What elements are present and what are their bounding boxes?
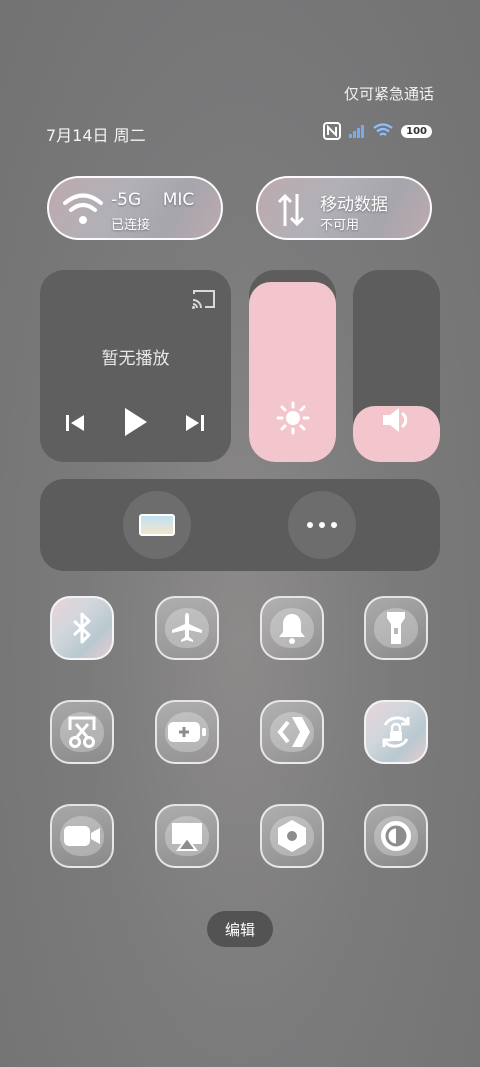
ring-mode-toggle[interactable] bbox=[260, 596, 324, 660]
scissors-icon bbox=[68, 716, 96, 748]
wifi-status: 已连接 bbox=[111, 218, 151, 233]
date-text: 7月14日 周二 bbox=[46, 126, 146, 145]
contrast-icon bbox=[381, 821, 411, 851]
battery-icon: 100 bbox=[401, 124, 432, 138]
screen-card-button[interactable] bbox=[123, 491, 191, 559]
screen-card-icon bbox=[139, 514, 175, 536]
shortcut-bar bbox=[40, 479, 440, 571]
more-shortcuts-button[interactable] bbox=[288, 491, 356, 559]
mobile-data-tile[interactable]: 移动数据 不可用 bbox=[256, 176, 432, 240]
edit-button[interactable]: 编辑 bbox=[207, 911, 273, 947]
signal-icon bbox=[349, 125, 365, 138]
previous-icon[interactable] bbox=[65, 413, 85, 433]
flashlight-toggle[interactable] bbox=[364, 596, 428, 660]
share-arrows-icon bbox=[277, 717, 310, 747]
cast-icon[interactable] bbox=[191, 288, 217, 310]
wifi-tile[interactable]: -5G MIC 已连接 bbox=[47, 176, 223, 240]
rotation-lock-toggle[interactable] bbox=[364, 700, 428, 764]
wifi-icon bbox=[373, 123, 393, 136]
settings-toggle[interactable] bbox=[260, 804, 324, 868]
screenshot-toggle[interactable] bbox=[50, 700, 114, 764]
flashlight-icon bbox=[387, 612, 405, 644]
nfc-icon bbox=[323, 122, 342, 140]
bluetooth-toggle[interactable] bbox=[50, 596, 114, 660]
hexagon-gear-icon bbox=[278, 820, 306, 852]
battery-saver-toggle[interactable] bbox=[155, 700, 219, 764]
screen-record-toggle[interactable] bbox=[50, 804, 114, 868]
now-playing-text: 暂无播放 bbox=[101, 349, 170, 369]
play-icon[interactable] bbox=[123, 406, 149, 438]
volume-slider[interactable] bbox=[353, 270, 440, 462]
mobile-data-title: 移动数据 bbox=[320, 195, 388, 215]
media-player-card[interactable]: 暂无播放 bbox=[40, 270, 231, 462]
emergency-calls-only-text: 仅可紧急通话 bbox=[343, 85, 434, 103]
status-icons: 100 bbox=[323, 122, 432, 140]
data-transfer-icon bbox=[277, 193, 305, 227]
mobile-data-status: 不可用 bbox=[320, 218, 360, 233]
sun-icon bbox=[276, 401, 310, 435]
airplane-mode-toggle[interactable] bbox=[155, 596, 219, 660]
airplay-icon bbox=[172, 823, 202, 851]
more-icon bbox=[307, 522, 337, 528]
speaker-icon bbox=[383, 408, 408, 432]
brightness-slider[interactable] bbox=[249, 270, 336, 462]
airplane-icon bbox=[172, 613, 202, 642]
battery-plus-icon bbox=[168, 722, 206, 742]
bluetooth-icon bbox=[72, 612, 91, 644]
dark-mode-toggle[interactable] bbox=[364, 804, 428, 868]
share-toggle[interactable] bbox=[260, 700, 324, 764]
wifi-icon bbox=[63, 193, 103, 224]
video-camera-icon bbox=[64, 826, 100, 846]
bell-icon bbox=[279, 614, 305, 644]
wifi-name: -5G MIC bbox=[111, 190, 195, 210]
next-icon[interactable] bbox=[185, 413, 205, 433]
screen-cast-toggle[interactable] bbox=[155, 804, 219, 868]
rotation-lock-icon bbox=[382, 716, 410, 748]
